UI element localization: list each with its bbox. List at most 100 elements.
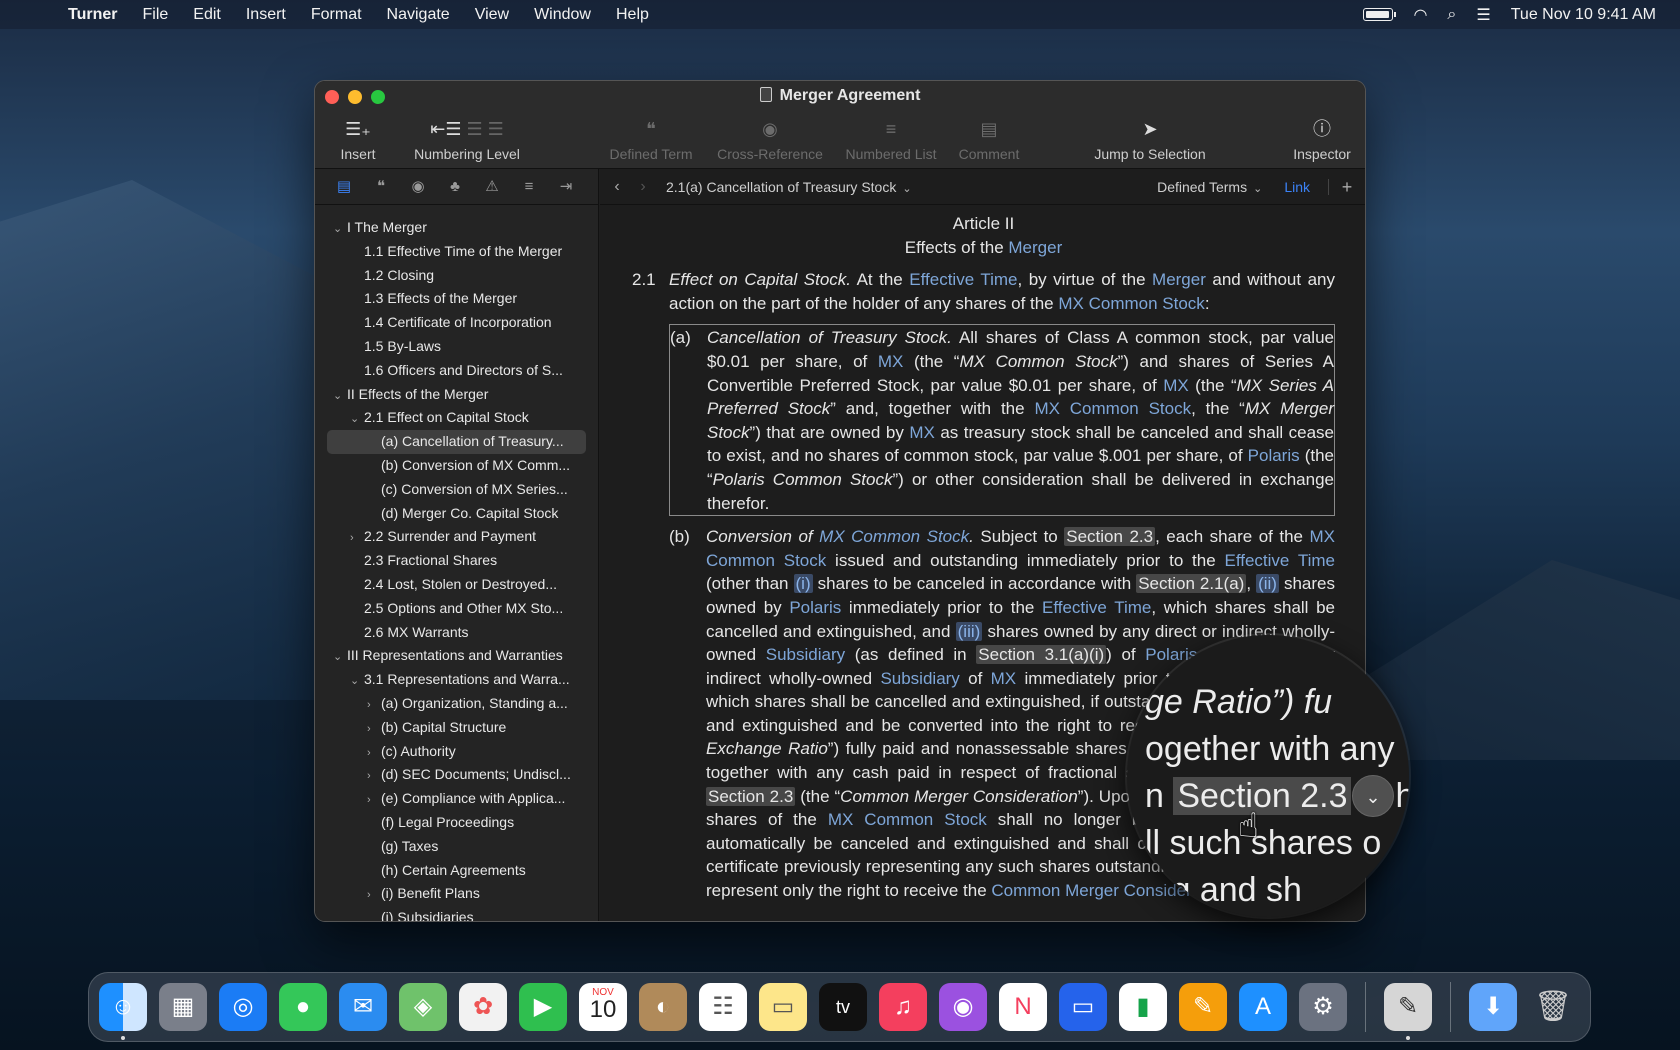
link-button[interactable]: Link: [1284, 179, 1329, 195]
outline-item[interactable]: (b) Conversion of MX Comm...: [315, 454, 598, 478]
outline-item[interactable]: ⌄ II Effects of the Merger: [315, 383, 598, 407]
photos-icon[interactable]: ✿: [459, 983, 507, 1031]
menu-app-name[interactable]: Turner: [68, 6, 117, 24]
downloads-icon[interactable]: ⬇: [1469, 983, 1517, 1031]
maps-icon[interactable]: ◈: [399, 983, 447, 1031]
list-tab-icon[interactable]: ≡: [520, 178, 538, 196]
outline-item[interactable]: (g) Taxes: [315, 835, 598, 859]
menu-help[interactable]: Help: [616, 6, 649, 24]
defined-terms-dropdown[interactable]: Defined Terms ⌄: [1157, 179, 1262, 195]
disclosure-open-icon[interactable]: ⌄: [350, 670, 364, 692]
disclosure-open-icon[interactable]: ⌄: [333, 385, 347, 407]
menu-format[interactable]: Format: [311, 6, 362, 24]
outline-item[interactable]: (f) Legal Proceedings: [315, 811, 598, 835]
control-center-icon[interactable]: ☰: [1476, 5, 1490, 25]
menu-view[interactable]: View: [475, 6, 509, 24]
export-tab-icon[interactable]: ⇥: [557, 178, 575, 196]
inspector-button[interactable]: ⓘ Inspector: [1287, 117, 1357, 162]
messages-icon[interactable]: ●: [279, 983, 327, 1031]
insert-button[interactable]: ☰₊ Insert: [333, 117, 383, 162]
disclosure-open-icon[interactable]: ⌄: [350, 408, 364, 430]
menu-file[interactable]: File: [142, 6, 168, 24]
numbered-list-button[interactable]: ≡ Numbered List: [837, 117, 945, 162]
outline-item[interactable]: › (a) Organization, Standing a...: [315, 692, 598, 716]
outline-item[interactable]: › (e) Compliance with Applica...: [315, 787, 598, 811]
menu-insert[interactable]: Insert: [246, 6, 286, 24]
outline-item[interactable]: 1.4 Certificate of Incorporation: [315, 311, 598, 335]
breadcrumb[interactable]: 2.1(a) Cancellation of Treasury Stock ⌄: [666, 179, 912, 195]
outline-item[interactable]: (h) Certain Agreements: [315, 859, 598, 883]
disclosure-closed-icon[interactable]: ›: [367, 789, 381, 811]
chevron-down-icon[interactable]: ⌄: [1352, 775, 1394, 817]
cross-reference-button[interactable]: ◉ Cross-Reference: [711, 117, 829, 162]
back-arrow-icon[interactable]: ‹: [604, 178, 630, 196]
safari-icon[interactable]: ◎: [219, 983, 267, 1031]
outline-item[interactable]: 1.5 By-Laws: [315, 335, 598, 359]
news-icon[interactable]: N: [999, 983, 1047, 1031]
menu-navigate[interactable]: Navigate: [387, 6, 450, 24]
cross-references-tab-icon[interactable]: ◉: [409, 178, 427, 196]
outline-item[interactable]: 1.6 Officers and Directors of S...: [315, 359, 598, 383]
reminders-icon[interactable]: ☷: [699, 983, 747, 1031]
outline-item[interactable]: 2.5 Options and Other MX Sto...: [315, 597, 598, 621]
outline-item[interactable]: (a) Cancellation of Treasury...: [327, 430, 586, 454]
outline-item[interactable]: › 2.2 Surrender and Payment: [315, 525, 598, 549]
warnings-tab-icon[interactable]: ⚠: [483, 178, 501, 196]
outline-item[interactable]: › (d) SEC Documents; Undiscl...: [315, 763, 598, 787]
disclosure-closed-icon[interactable]: ›: [350, 527, 364, 549]
pages-icon[interactable]: ✎: [1179, 983, 1227, 1031]
contacts-icon[interactable]: ◐: [639, 983, 687, 1031]
outline-item[interactable]: ⌄ I The Merger: [315, 216, 598, 240]
jump-to-selection-button[interactable]: ➤ Jump to Selection: [1085, 117, 1215, 162]
battery-icon[interactable]: [1363, 8, 1397, 21]
outline-item[interactable]: 1.2 Closing: [315, 264, 598, 288]
outline-item[interactable]: › (i) Benefit Plans: [315, 882, 598, 906]
launchpad-icon[interactable]: ▦: [159, 983, 207, 1031]
app-store-icon[interactable]: A: [1239, 983, 1287, 1031]
outline-item[interactable]: (c) Conversion of MX Series...: [315, 478, 598, 502]
disclosure-closed-icon[interactable]: ›: [367, 718, 381, 740]
outline-item[interactable]: 2.4 Lost, Stolen or Destroyed...: [315, 573, 598, 597]
outline-item[interactable]: ⌄ 3.1 Representations and Warra...: [315, 668, 598, 692]
system-preferences-icon[interactable]: ⚙: [1299, 983, 1347, 1031]
add-icon[interactable]: +: [1329, 177, 1365, 198]
forward-arrow-icon[interactable]: ›: [630, 178, 656, 196]
disclosure-open-icon[interactable]: ⌄: [333, 218, 347, 240]
disclosure-closed-icon[interactable]: ›: [367, 742, 381, 764]
outline-item[interactable]: 1.1 Effective Time of the Merger: [315, 240, 598, 264]
hierarchy-tab-icon[interactable]: ♣: [446, 178, 464, 196]
menu-edit[interactable]: Edit: [193, 6, 221, 24]
disclosure-closed-icon[interactable]: ›: [367, 694, 381, 716]
podcasts-icon[interactable]: ◉: [939, 983, 987, 1031]
finder-icon[interactable]: ☺: [99, 983, 147, 1040]
menu-clock[interactable]: Tue Nov 10 9:41 AM: [1511, 6, 1656, 24]
tv-icon[interactable]: tv: [819, 983, 867, 1031]
numbers-icon[interactable]: ▮: [1119, 983, 1167, 1031]
outline-item[interactable]: ⌄ III Representations and Warranties: [315, 644, 598, 668]
outline-item[interactable]: › (c) Authority: [315, 740, 598, 764]
outline-item[interactable]: 1.3 Effects of the Merger: [315, 287, 598, 311]
outline-item[interactable]: (j) Subsidiaries: [315, 906, 598, 921]
spotlight-search-icon[interactable]: ⌕: [1447, 6, 1456, 24]
keynote-icon[interactable]: ▭: [1059, 983, 1107, 1031]
turner-icon[interactable]: ✎: [1384, 983, 1432, 1040]
trash-icon[interactable]: 🗑: [1529, 983, 1577, 1031]
wifi-icon[interactable]: ◠: [1413, 5, 1427, 25]
disclosure-closed-icon[interactable]: ›: [367, 765, 381, 787]
numbering-level-control[interactable]: ⇤☰ ☰ ☰ Numbering Level: [407, 117, 527, 162]
outline-tab-icon[interactable]: ▤: [335, 178, 353, 196]
facetime-icon[interactable]: ▶: [519, 983, 567, 1031]
music-icon[interactable]: ♫: [879, 983, 927, 1031]
outline-item[interactable]: ⌄ 2.1 Effect on Capital Stock: [315, 406, 598, 430]
mail-icon[interactable]: ✉: [339, 983, 387, 1031]
defined-term-button[interactable]: ❝ Defined Term: [601, 117, 701, 162]
outline-item[interactable]: 2.6 MX Warrants: [315, 621, 598, 645]
menu-window[interactable]: Window: [534, 6, 591, 24]
outline-item[interactable]: 2.3 Fractional Shares: [315, 549, 598, 573]
disclosure-open-icon[interactable]: ⌄: [333, 646, 347, 668]
comment-button[interactable]: ▤ Comment: [949, 117, 1029, 162]
outline-item[interactable]: › (b) Capital Structure: [315, 716, 598, 740]
calendar-icon[interactable]: NOV 10: [579, 983, 627, 1031]
disclosure-closed-icon[interactable]: ›: [367, 884, 381, 906]
apple-icon[interactable]: [26, 4, 48, 26]
